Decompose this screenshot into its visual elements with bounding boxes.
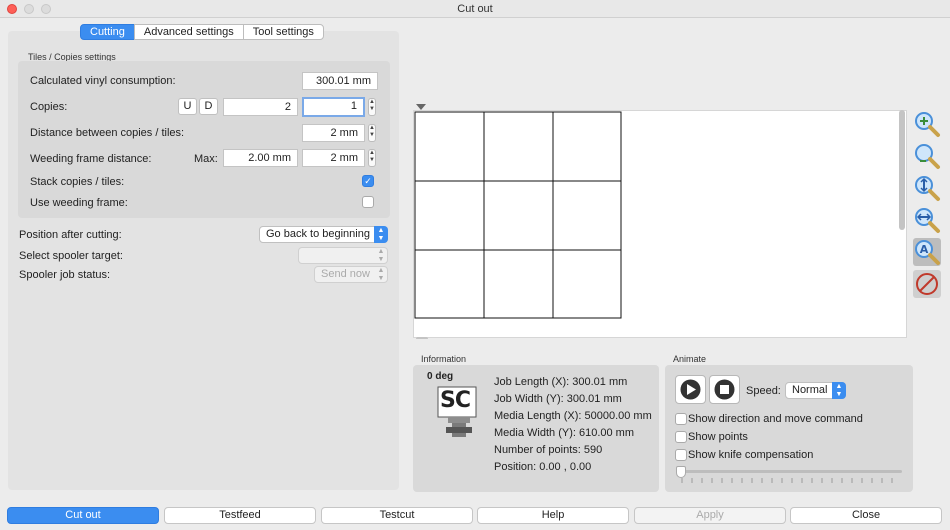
select-arrows-icon: ▲ ▼: [377, 267, 385, 282]
testcut-button[interactable]: Testcut: [321, 507, 473, 524]
zoom-vertical-icon[interactable]: [913, 174, 941, 202]
stack-label: Stack copies / tiles:: [30, 176, 125, 188]
knife-compensation-label: Show knife compensation: [688, 449, 814, 461]
slider-ticks: [681, 478, 893, 483]
stop-button[interactable]: [709, 375, 740, 404]
spooler-target-label: Select spooler target:: [19, 250, 123, 262]
show-points-label: Show points: [688, 431, 748, 443]
weeding-distance-input[interactable]: 2 mm: [302, 149, 365, 167]
use-weeding-checkbox[interactable]: [362, 196, 374, 208]
distance-input[interactable]: 2 mm: [302, 124, 365, 142]
use-weeding-label: Use weeding frame:: [30, 197, 128, 209]
title-bar: Cut out: [0, 0, 950, 18]
points-count-text: Number of points: 590: [494, 444, 603, 456]
show-direction-label: Show direction and move command: [688, 413, 863, 425]
position-after-value: Go back to beginning: [266, 228, 370, 240]
logo-text: SC: [440, 388, 471, 413]
select-arrows-icon: ▲ ▼: [377, 248, 385, 263]
job-length-text: Job Length (X): 300.01 mm: [494, 376, 628, 388]
zoom-out-icon[interactable]: [913, 142, 941, 170]
window-title: Cut out: [457, 3, 493, 15]
play-button[interactable]: [675, 375, 706, 404]
cut-out-button[interactable]: Cut out: [7, 507, 159, 524]
weeding-max-field: 2.00 mm: [223, 149, 298, 167]
no-entry-icon[interactable]: [913, 270, 941, 298]
close-button[interactable]: Close: [790, 507, 942, 524]
information-title: Information: [421, 354, 467, 364]
testfeed-button[interactable]: Testfeed: [164, 507, 316, 524]
stack-checkbox[interactable]: ✓: [362, 175, 374, 187]
distance-label: Distance between copies / tiles:: [30, 127, 185, 139]
zoom-horizontal-icon[interactable]: [913, 206, 941, 234]
svg-text:A: A: [920, 243, 929, 256]
copies-x-input[interactable]: 2: [223, 98, 298, 116]
vinyl-consumption-field: 300.01 mm: [302, 72, 378, 90]
speed-value: Normal: [792, 384, 828, 396]
zoom-auto-icon[interactable]: A: [913, 238, 941, 266]
copies-stepper[interactable]: ▲ ▼: [368, 98, 376, 116]
vinyl-label: Calculated vinyl consumption:: [30, 75, 176, 87]
media-length-text: Media Length (X): 50000.00 mm: [494, 410, 652, 422]
knife-compensation-checkbox[interactable]: [675, 449, 687, 461]
speed-label: Speed:: [746, 385, 781, 397]
media-width-text: Media Width (Y): 610.00 mm: [494, 427, 634, 439]
zoom-in-icon[interactable]: [913, 110, 941, 138]
job-width-text: Job Width (Y): 300.01 mm: [494, 393, 622, 405]
tab-cutting[interactable]: Cutting: [80, 24, 135, 40]
tab-bar: Cutting Advanced settings Tool settings: [80, 24, 324, 40]
cutter-logo-icon: SC: [434, 385, 486, 441]
u-button[interactable]: U: [178, 98, 197, 115]
play-icon: [680, 379, 701, 400]
position-after-label: Position after cutting:: [19, 229, 122, 241]
position-after-select[interactable]: Go back to beginning ▲ ▼: [259, 226, 388, 243]
weeding-label: Weeding frame distance:: [30, 153, 152, 165]
apply-button[interactable]: Apply: [634, 507, 786, 524]
preview-canvas[interactable]: [413, 110, 907, 342]
slider-thumb[interactable]: [676, 466, 686, 478]
vertical-scrollbar[interactable]: [899, 110, 905, 338]
copies-label: Copies:: [30, 101, 68, 113]
copies-y-input[interactable]: 1: [302, 97, 365, 117]
select-arrows-icon: ▲ ▼: [832, 382, 846, 399]
stop-icon: [714, 379, 735, 400]
weeding-stepper[interactable]: ▲ ▼: [368, 149, 376, 167]
speed-select[interactable]: Normal ▲ ▼: [785, 382, 846, 399]
tile-grid-preview: [414, 111, 622, 342]
show-direction-checkbox[interactable]: [675, 413, 687, 425]
distance-stepper[interactable]: ▲ ▼: [368, 124, 376, 142]
show-points-checkbox[interactable]: [675, 431, 687, 443]
max-label: Max:: [194, 153, 218, 165]
spooler-status-select[interactable]: Send now ▲ ▼: [314, 266, 388, 283]
spooler-status-value: Send now: [321, 268, 370, 280]
spooler-status-label: Spooler job status:: [19, 269, 111, 281]
help-button[interactable]: Help: [477, 507, 629, 524]
d-button[interactable]: D: [199, 98, 218, 115]
angle-label: 0 deg: [427, 371, 454, 382]
tab-tool-settings[interactable]: Tool settings: [242, 24, 324, 40]
position-text: Position: 0.00 , 0.00: [494, 461, 592, 473]
animation-slider[interactable]: [676, 466, 902, 484]
animate-title: Animate: [673, 354, 707, 364]
spooler-target-select[interactable]: ▲ ▼: [298, 247, 388, 264]
select-arrows-icon: ▲ ▼: [374, 226, 388, 243]
tab-advanced-settings[interactable]: Advanced settings: [133, 24, 244, 40]
